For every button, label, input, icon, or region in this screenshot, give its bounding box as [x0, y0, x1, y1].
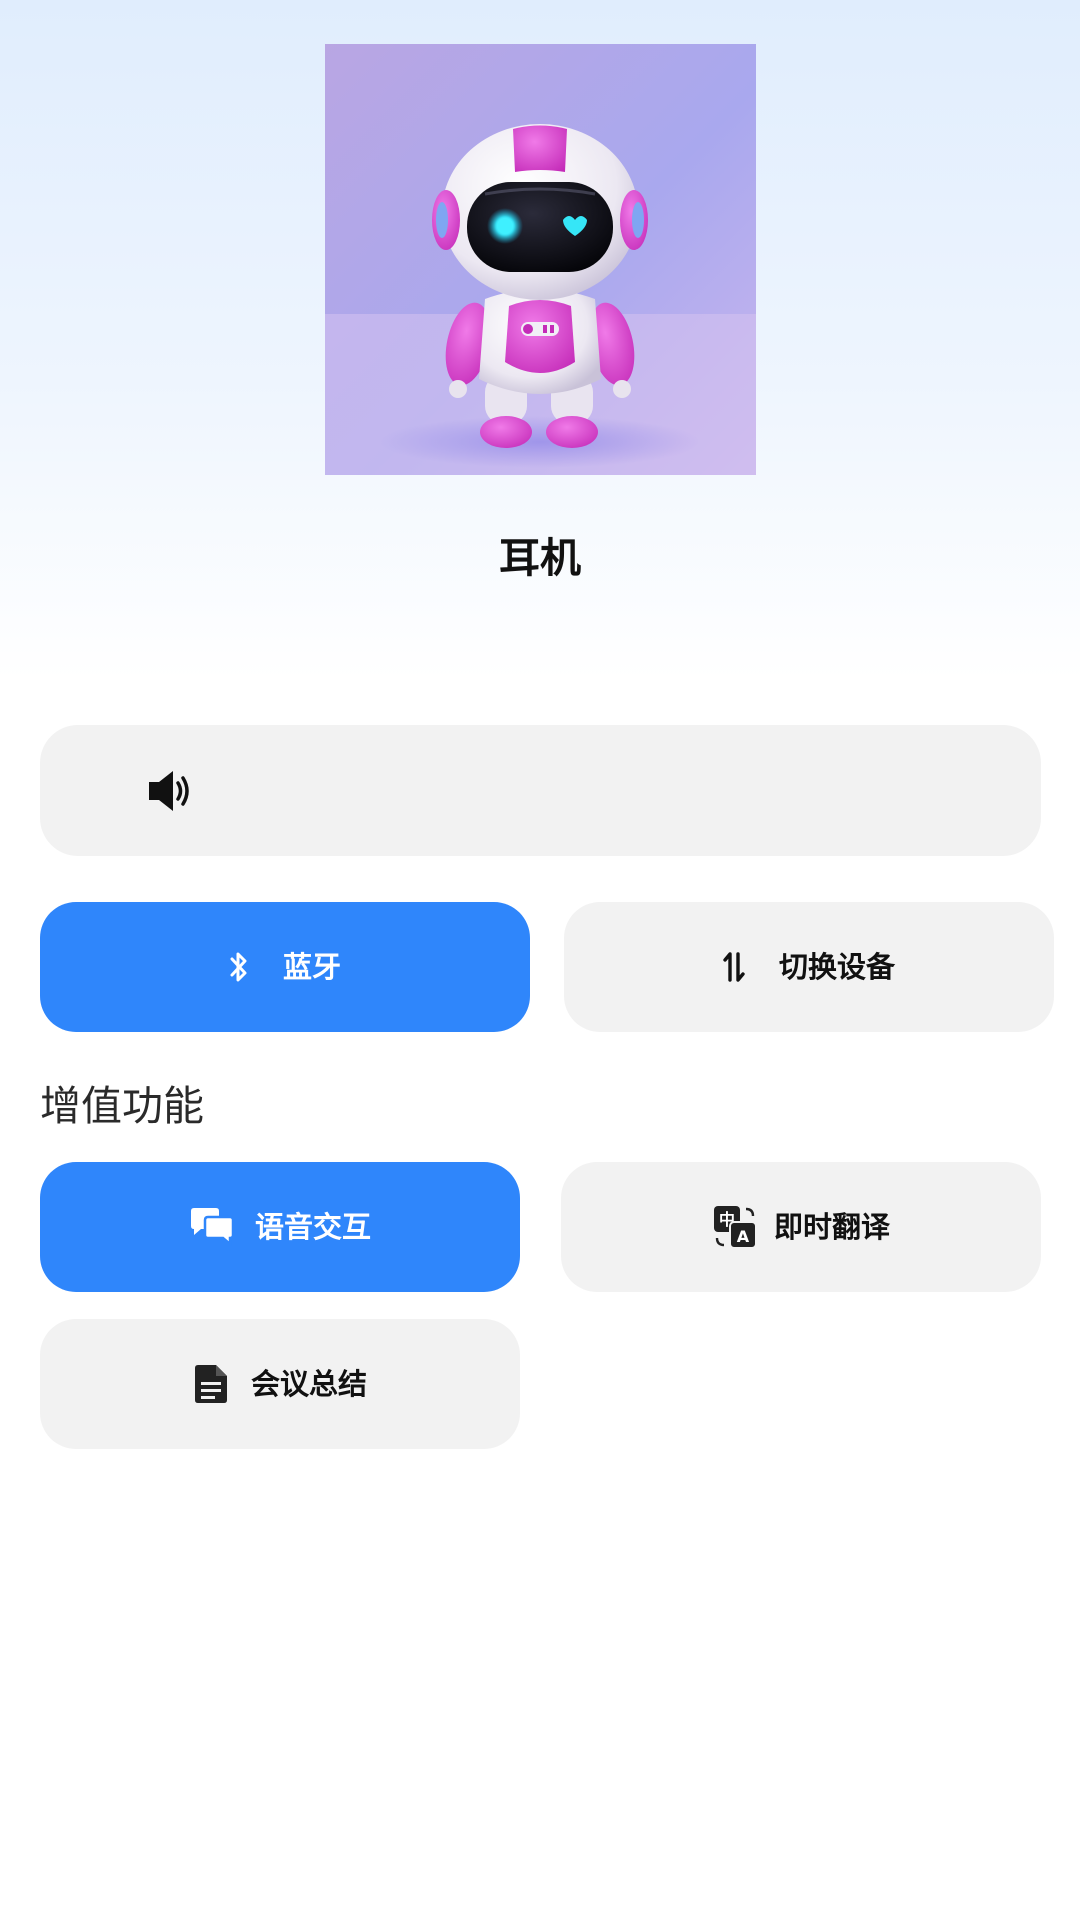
svg-text:A: A: [737, 1227, 750, 1246]
instant-translation-button[interactable]: 中 A 即时翻译: [561, 1162, 1041, 1292]
bluetooth-icon: [229, 949, 249, 985]
section-title: 增值功能: [40, 1082, 204, 1130]
translate-icon: 中 A: [712, 1204, 758, 1250]
voice-interaction-label: 语音交互: [254, 1210, 371, 1244]
document-icon: [193, 1363, 229, 1405]
bluetooth-label: 蓝牙: [282, 950, 341, 984]
bluetooth-button[interactable]: 蓝牙: [40, 902, 530, 1032]
device-image: [325, 44, 756, 475]
switch-device-label: 切换设备: [778, 950, 895, 984]
speaker-icon[interactable]: [147, 768, 195, 814]
instant-translation-label: 即时翻译: [773, 1210, 890, 1244]
meeting-summary-label: 会议总结: [250, 1367, 367, 1401]
device-name: 耳机: [499, 534, 581, 582]
swap-vertical-icon: [723, 950, 745, 984]
meeting-summary-button[interactable]: 会议总结: [40, 1319, 520, 1449]
switch-device-button[interactable]: 切换设备: [564, 902, 1054, 1032]
chat-bubbles-icon: [189, 1206, 235, 1248]
voice-interaction-button[interactable]: 语音交互: [40, 1162, 520, 1292]
